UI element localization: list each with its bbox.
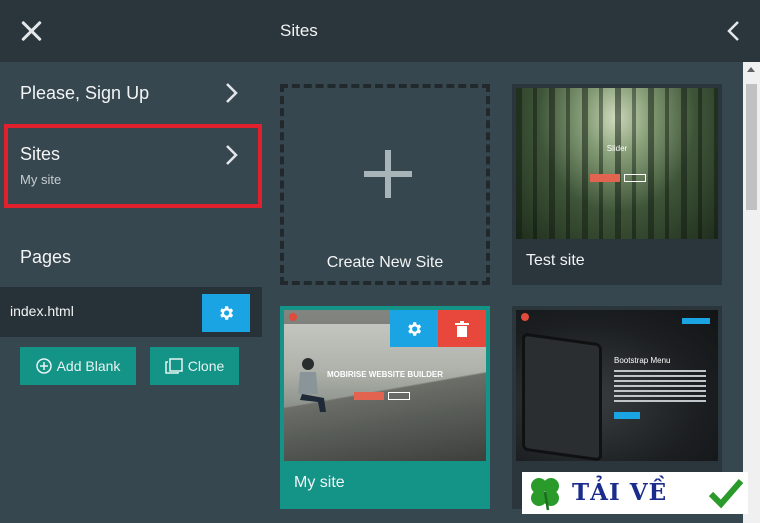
create-new-site-label: Create New Site xyxy=(326,254,444,271)
clover-icon xyxy=(531,478,559,511)
site-card-label: Test site xyxy=(526,252,585,269)
create-new-site-card[interactable]: Create New Site xyxy=(280,84,490,285)
pages-heading: Pages xyxy=(20,247,72,267)
nav-sites-subtitle: My site xyxy=(20,172,62,187)
chevron-left-icon[interactable] xyxy=(724,20,742,42)
scrollbar[interactable] xyxy=(743,62,760,523)
add-blank-label: Add Blank xyxy=(56,358,121,374)
site-thumbnail: Slider xyxy=(516,88,718,239)
sites-panel: Sites Create New Site Slider Test site M… xyxy=(262,0,760,523)
clone-label: Clone xyxy=(187,358,225,374)
close-icon[interactable] xyxy=(19,19,43,43)
thumbnail-button xyxy=(354,392,384,400)
page-name: index.html xyxy=(10,303,74,319)
page-settings-button[interactable] xyxy=(202,294,250,332)
trash-icon xyxy=(455,320,469,337)
thumbnail-heading: Bootstrap Menu xyxy=(614,356,671,365)
nav-sign-up-label: Please, Sign Up xyxy=(20,83,150,103)
chevron-right-icon xyxy=(226,145,238,165)
chevron-right-icon xyxy=(226,83,238,103)
site-card-my-site[interactable]: MOBIRISE WEBSITE BUILDER My site xyxy=(280,306,490,509)
site-card-test[interactable]: Slider Test site xyxy=(512,84,722,285)
scroll-up-arrow-icon[interactable] xyxy=(747,67,755,72)
sites-title: Sites xyxy=(280,21,318,40)
left-panel: Please, Sign Up Sites My site Pages inde… xyxy=(0,0,262,523)
logo-icon xyxy=(521,313,529,321)
left-header xyxy=(0,0,262,62)
checkmark-icon xyxy=(708,479,744,509)
thumbnail-button xyxy=(614,412,640,419)
thumbnail-button xyxy=(590,174,620,182)
nav-sign-up[interactable]: Please, Sign Up xyxy=(0,62,262,122)
delete-site-button[interactable] xyxy=(438,310,486,347)
clone-icon xyxy=(164,358,183,374)
tablet-device xyxy=(522,332,602,461)
plus-icon xyxy=(364,150,412,198)
thumbnail-button xyxy=(624,174,646,182)
nav-sites[interactable]: Sites My site xyxy=(4,124,262,208)
plus-circle-icon xyxy=(35,358,52,374)
person-figure xyxy=(298,358,326,412)
sites-header: Sites xyxy=(262,0,760,62)
gear-icon xyxy=(220,306,234,320)
watermark: TẢI VỀ xyxy=(522,472,748,514)
thumbnail-text-lines xyxy=(614,370,706,402)
thumbnail-button xyxy=(682,318,710,324)
nav-sites-label: Sites xyxy=(20,144,61,164)
site-settings-button[interactable] xyxy=(390,310,438,347)
site-thumbnail: Bootstrap Menu xyxy=(516,310,718,461)
site-card-label: My site xyxy=(294,474,345,491)
add-blank-button[interactable]: Add Blank xyxy=(20,347,136,385)
clone-button[interactable]: Clone xyxy=(150,347,239,385)
thumbnail-button xyxy=(388,392,410,400)
thumbnail-heading: Slider xyxy=(606,144,628,153)
watermark-text: TẢI VỀ xyxy=(572,479,668,506)
scrollbar-thumb[interactable] xyxy=(746,84,757,210)
gear-icon xyxy=(408,321,422,336)
logo-icon xyxy=(289,313,297,321)
